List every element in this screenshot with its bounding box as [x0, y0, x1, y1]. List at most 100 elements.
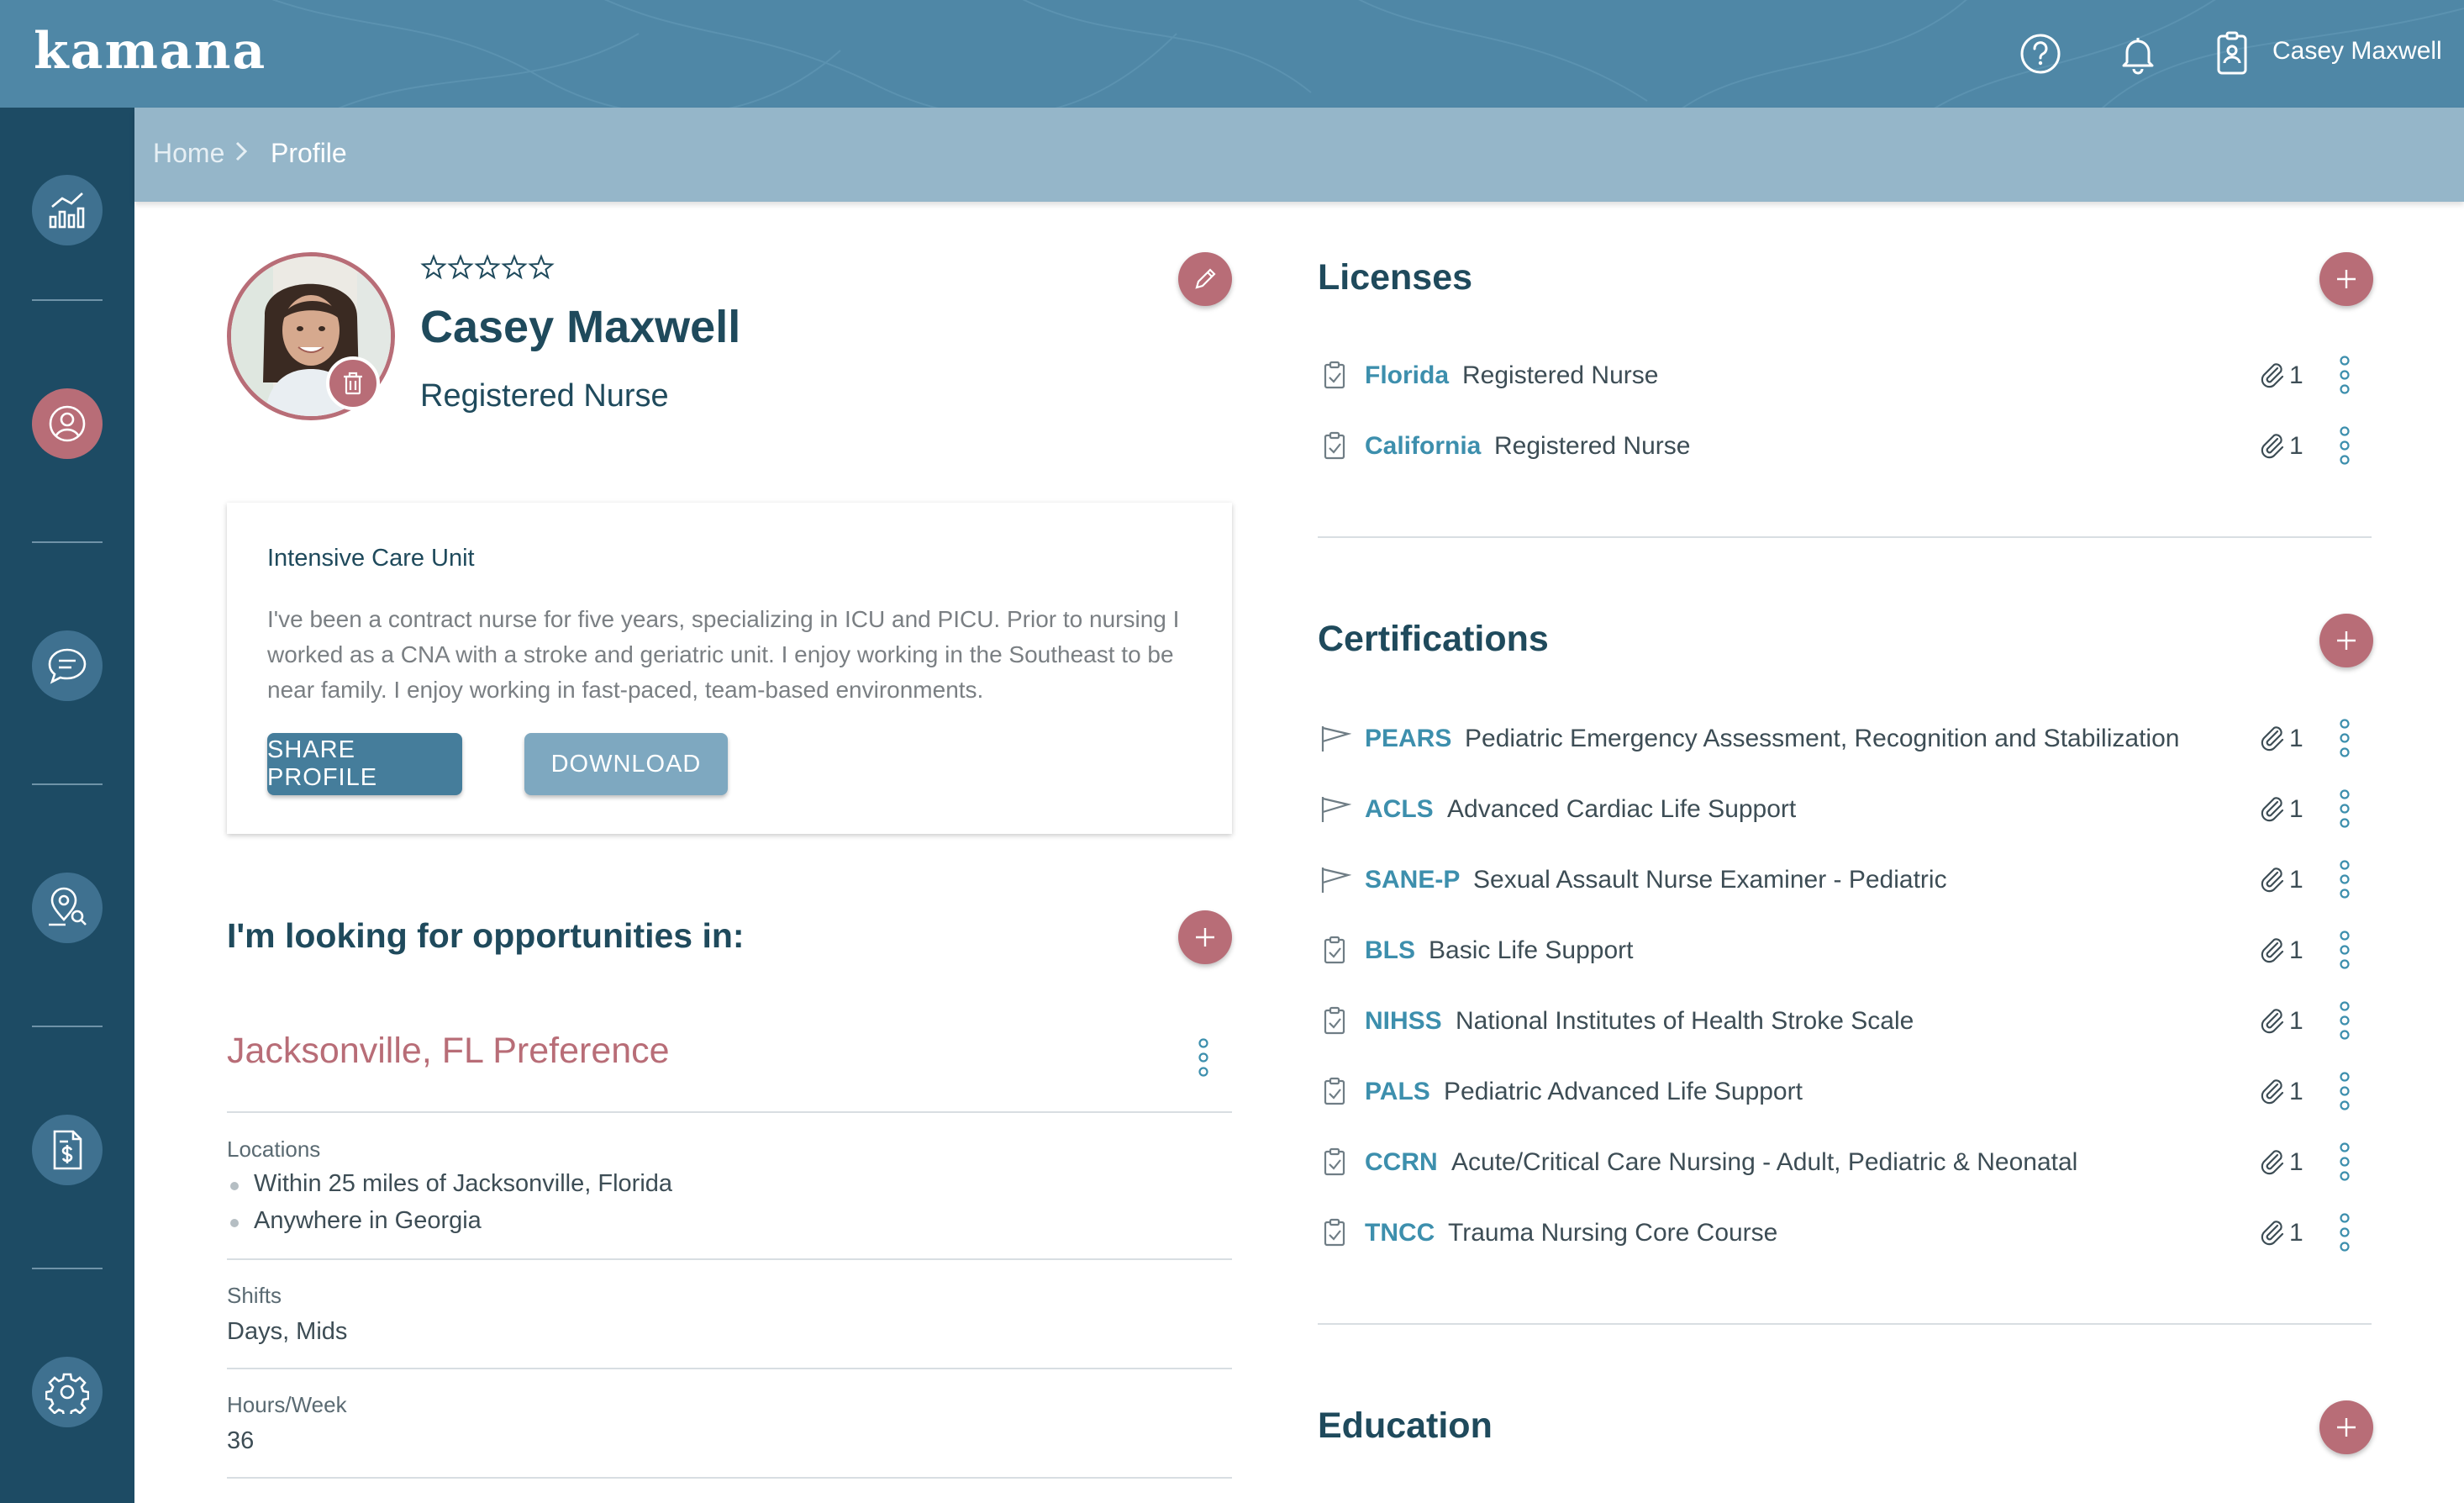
certification-row[interactable]: SANE-P Sexual Assault Nurse Examiner - Pe…: [1318, 854, 2372, 904]
help-circle-icon[interactable]: [2017, 30, 2064, 77]
certification-row[interactable]: PALS Pediatric Advanced Life Support 1: [1318, 1066, 2372, 1116]
chart-icon: [49, 192, 85, 229]
item-code[interactable]: PEARS: [1365, 725, 1451, 753]
certification-row[interactable]: BLS Basic Life Support 1: [1318, 925, 2372, 975]
item-description: Advanced Cardiac Life Support: [1447, 795, 1797, 823]
add-opportunity-button[interactable]: [1178, 910, 1232, 964]
share-profile-button[interactable]: SHARE PROFILE: [267, 733, 462, 795]
locations-label: Locations: [227, 1136, 321, 1162]
item-code[interactable]: BLS: [1365, 936, 1415, 965]
star-icon: [447, 254, 474, 280]
breadcrumb-home-link[interactable]: Home: [153, 138, 224, 169]
education-heading: Education: [1318, 1405, 1493, 1446]
item-description: Registered Nurse: [1494, 432, 1691, 460]
plus-icon: [1196, 928, 1214, 947]
license-row[interactable]: California Registered Nurse 1: [1318, 420, 2372, 471]
certification-row[interactable]: NIHSS National Institutes of Health Strok…: [1318, 995, 2372, 1046]
more-options-icon[interactable]: [2335, 787, 2355, 831]
profile-summary-card: Intensive Care Unit I've been a contract…: [227, 503, 1232, 834]
profile-unit: Intensive Care Unit: [267, 545, 475, 572]
sidebar-item-dashboard[interactable]: [32, 175, 103, 245]
attachment-count: 1: [2289, 1078, 2303, 1105]
paperclip-icon[interactable]: [2257, 1217, 2288, 1247]
delete-photo-button[interactable]: [326, 356, 380, 410]
paperclip-icon[interactable]: [2257, 864, 2288, 894]
star-icon: [501, 254, 528, 280]
paperclip-icon[interactable]: [2257, 794, 2288, 824]
sidebar-item-payments[interactable]: [32, 1115, 103, 1185]
item-code[interactable]: NIHSS: [1365, 1007, 1442, 1036]
location-search-icon: [49, 887, 87, 926]
profile-bio: I've been a contract nurse for five year…: [267, 606, 1180, 703]
attachment-count: 1: [2289, 361, 2303, 389]
top-header: kamana Casey Maxwell: [0, 0, 2464, 108]
certification-row[interactable]: ACLS Advanced Cardiac Life Support 1: [1318, 783, 2372, 834]
flag-icon: [1318, 862, 1352, 896]
paperclip-icon[interactable]: [2257, 430, 2288, 461]
attachment-count: 1: [2289, 725, 2303, 752]
attachment-count: 1: [2289, 795, 2303, 823]
preference-more-icon[interactable]: [1193, 1036, 1214, 1084]
more-options-icon[interactable]: [2335, 353, 2355, 397]
attachment-count: 1: [2289, 936, 2303, 964]
kamana-logo[interactable]: kamana: [34, 22, 266, 81]
item-description: Registered Nurse: [1462, 361, 1659, 389]
rating-stars[interactable]: [420, 254, 558, 285]
item-description: Pediatric Advanced Life Support: [1444, 1078, 1803, 1105]
more-options-icon[interactable]: [2335, 999, 2355, 1042]
paperclip-icon[interactable]: [2257, 723, 2288, 753]
profile-title: Registered Nurse: [420, 378, 669, 414]
more-options-icon[interactable]: [2335, 1140, 2355, 1184]
more-options-icon[interactable]: [2335, 1210, 2355, 1254]
edit-profile-button[interactable]: [1178, 252, 1232, 306]
sidebar-item-profile[interactable]: [32, 388, 103, 459]
more-options-icon[interactable]: [2335, 424, 2355, 467]
header-user-name[interactable]: Casey Maxwell: [2272, 37, 2442, 66]
gear-icon: [45, 1373, 89, 1414]
sidebar-item-messages[interactable]: [32, 630, 103, 701]
item-code[interactable]: SANE-P: [1365, 866, 1460, 894]
paperclip-icon[interactable]: [2257, 935, 2288, 965]
item-description: Trauma Nursing Core Course: [1448, 1219, 1778, 1247]
paperclip-icon[interactable]: [2257, 1147, 2288, 1177]
attachment-count: 1: [2289, 1219, 2303, 1247]
sidebar-item-settings[interactable]: [32, 1357, 103, 1427]
more-options-icon[interactable]: [2335, 857, 2355, 901]
header-contour-pattern: [271, 0, 2464, 108]
paperclip-icon[interactable]: [2257, 1005, 2288, 1036]
clipboard-check-icon: [1318, 1216, 1351, 1249]
paperclip-icon[interactable]: [2257, 360, 2288, 390]
attachment-count: 1: [2289, 866, 2303, 894]
chevron-right-icon: [234, 136, 250, 173]
add-certification-button[interactable]: [2319, 614, 2373, 667]
item-code[interactable]: ACLS: [1365, 795, 1434, 824]
item-code[interactable]: California: [1365, 432, 1481, 461]
id-badge-icon[interactable]: [2209, 30, 2256, 77]
add-license-button[interactable]: [2319, 252, 2373, 306]
certification-row[interactable]: TNCC Trauma Nursing Core Course 1: [1318, 1207, 2372, 1258]
more-options-icon[interactable]: [2335, 716, 2355, 760]
sidebar-item-search-jobs[interactable]: [32, 873, 103, 943]
hours-label: Hours/Week: [227, 1392, 347, 1417]
clipboard-check-icon: [1318, 933, 1351, 967]
add-education-button[interactable]: [2319, 1400, 2373, 1454]
preference-title[interactable]: Jacksonville, FL Preference: [227, 1031, 670, 1072]
item-code[interactable]: TNCC: [1365, 1219, 1435, 1247]
item-description: Pediatric Emergency Assessment, Recognit…: [1465, 725, 2180, 752]
license-row[interactable]: Florida Registered Nurse 1: [1318, 350, 2372, 400]
hours-value: 36: [227, 1427, 255, 1454]
item-code[interactable]: CCRN: [1365, 1148, 1438, 1177]
bell-icon[interactable]: [2114, 30, 2161, 77]
more-options-icon[interactable]: [2335, 1069, 2355, 1113]
download-button[interactable]: DOWNLOAD: [524, 733, 728, 795]
breadcrumb-current: Profile: [271, 138, 347, 168]
more-options-icon[interactable]: [2335, 928, 2355, 972]
clipboard-check-icon: [1318, 429, 1351, 462]
sidebar-divider: [32, 1268, 103, 1269]
paperclip-icon[interactable]: [2257, 1076, 2288, 1106]
item-code[interactable]: Florida: [1365, 361, 1449, 390]
shifts-value: Days, Mids: [227, 1318, 348, 1345]
item-code[interactable]: PALS: [1365, 1078, 1430, 1106]
certification-row[interactable]: PEARS Pediatric Emergency Assessment, Rec…: [1318, 713, 2372, 763]
certification-row[interactable]: CCRN Acute/Critical Care Nursing - Adult,…: [1318, 1136, 2372, 1187]
